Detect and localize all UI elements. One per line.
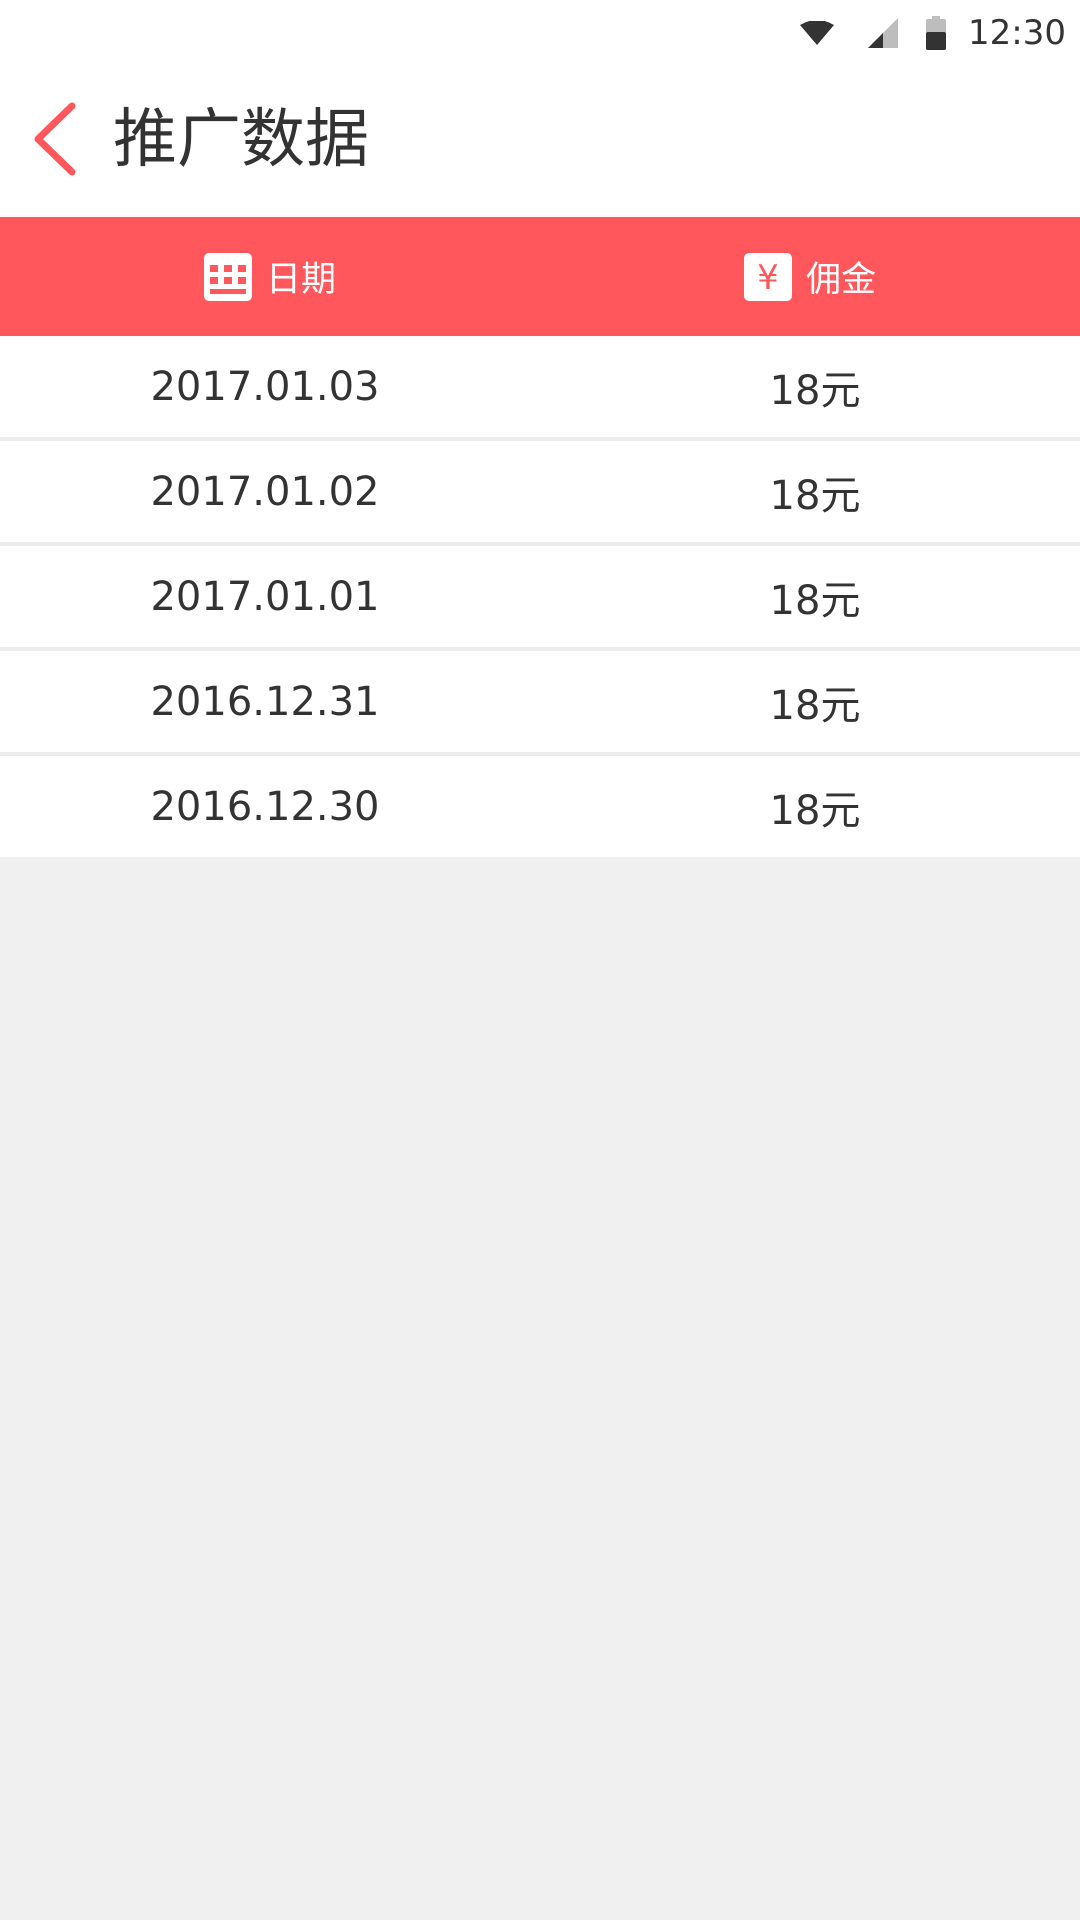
date-cell: 2016.12.31 xyxy=(150,678,380,725)
table-row[interactable]: 2016.12.31 18元 xyxy=(0,651,1080,756)
date-cell: 2016.12.30 xyxy=(150,783,380,830)
column-header-commission-label: 佣金 xyxy=(805,260,876,300)
commission-cell: 18元 xyxy=(769,367,861,414)
signal-icon xyxy=(868,18,899,48)
commission-cell: 18元 xyxy=(769,787,861,834)
date-cell: 2017.01.02 xyxy=(150,468,380,515)
commission-cell: 18元 xyxy=(769,682,861,729)
chevron-left-icon xyxy=(24,102,94,182)
table-row[interactable]: 2017.01.02 18元 xyxy=(0,441,1080,546)
status-time: 12:30 xyxy=(968,13,1066,53)
table-header: 日期 ¥ 佣金 xyxy=(0,217,1080,336)
status-bar: 12:30 xyxy=(0,0,1080,66)
yen-icon: ¥ xyxy=(743,252,792,301)
date-cell: 2017.01.01 xyxy=(150,573,380,620)
commission-cell: 18元 xyxy=(769,472,861,519)
data-table-body: 2017.01.03 18元 2017.01.02 18元 2017.01.01… xyxy=(0,336,1080,857)
battery-icon xyxy=(926,16,947,50)
back-button[interactable] xyxy=(24,100,94,178)
column-header-date: 日期 xyxy=(0,217,540,336)
column-header-date-label: 日期 xyxy=(265,260,336,300)
app-bar: 推广数据 xyxy=(0,66,1080,217)
table-row[interactable]: 2017.01.01 18元 xyxy=(0,546,1080,651)
page-title: 推广数据 xyxy=(113,103,369,177)
table-row[interactable]: 2016.12.30 18元 xyxy=(0,756,1080,857)
wifi-icon xyxy=(800,21,835,45)
table-row[interactable]: 2017.01.03 18元 xyxy=(0,336,1080,441)
column-header-commission: ¥ 佣金 xyxy=(540,217,1080,336)
status-icons: 12:30 xyxy=(800,8,1066,58)
date-cell: 2017.01.03 xyxy=(150,363,380,410)
calendar-icon xyxy=(203,252,252,301)
commission-cell: 18元 xyxy=(769,577,861,624)
svg-text:¥: ¥ xyxy=(757,258,779,298)
